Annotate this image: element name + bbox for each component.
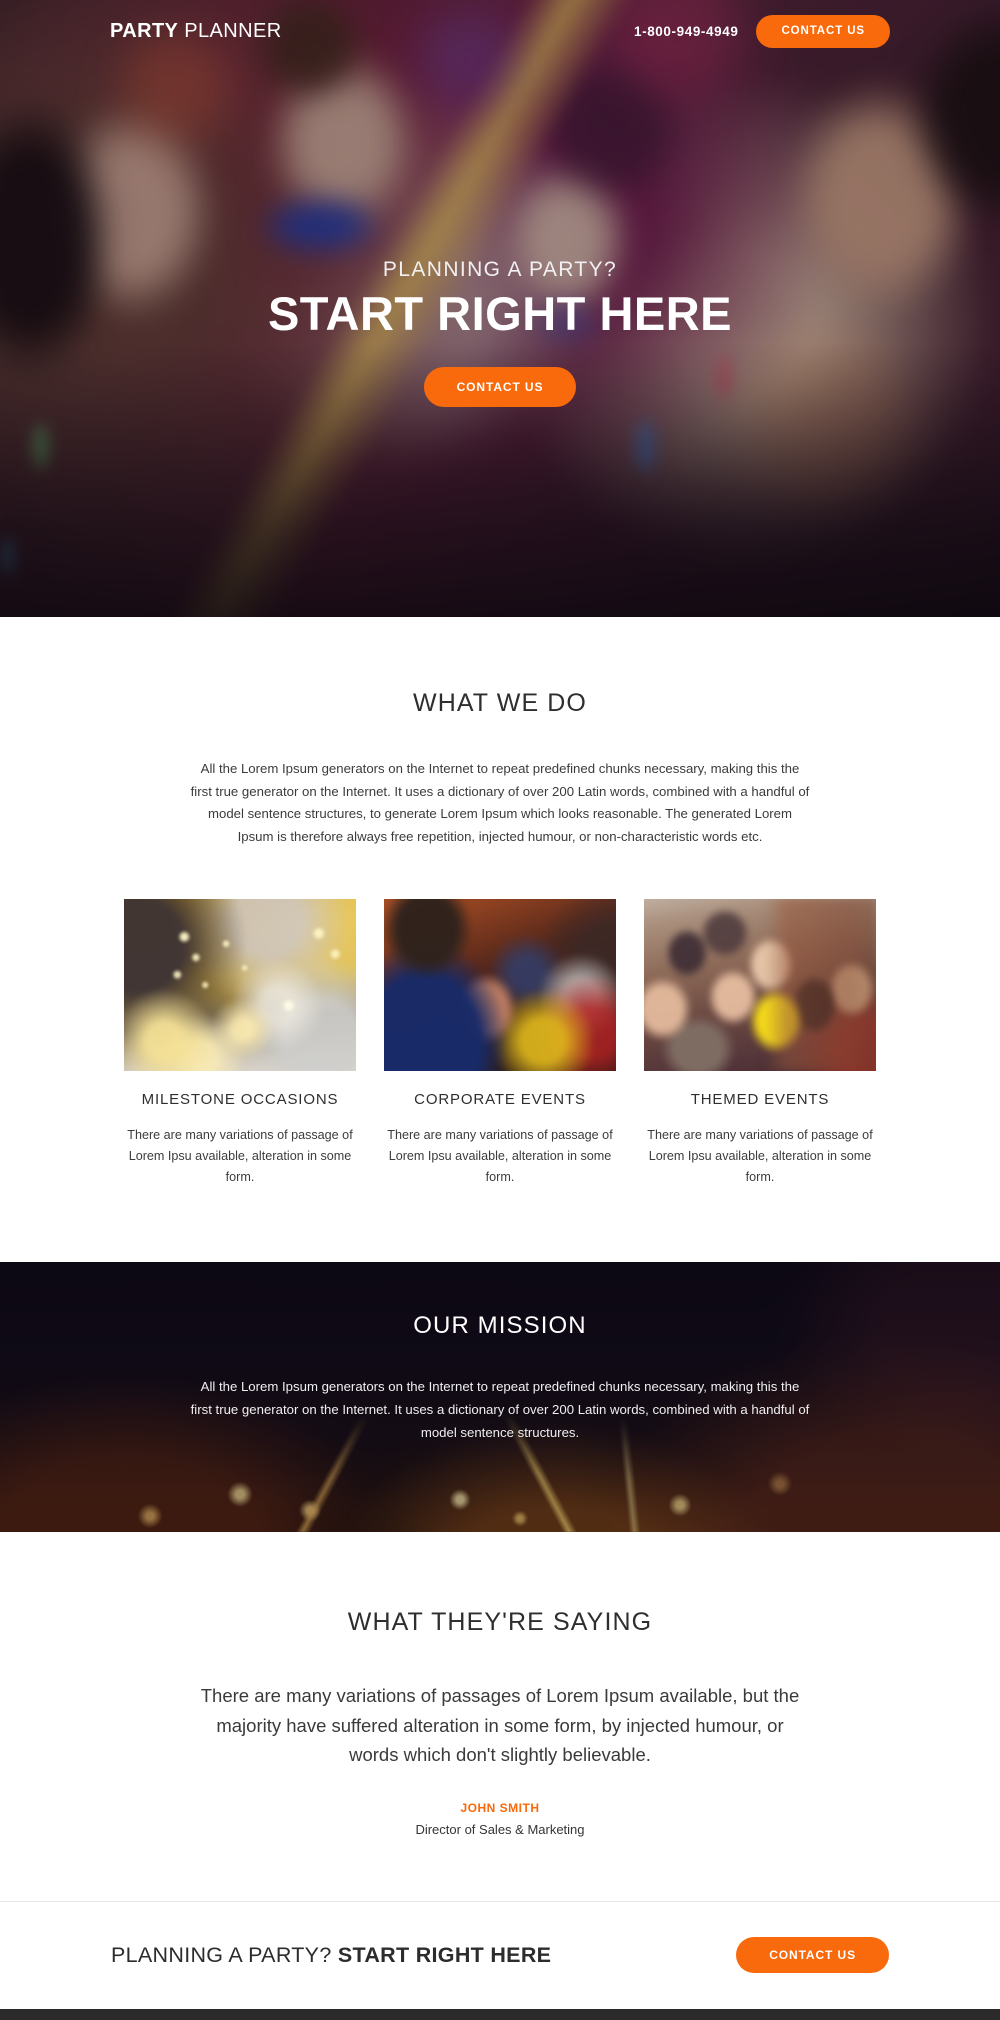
our-mission-section: OUR MISSION All the Lorem Ipsum generato… [0,1262,1000,1533]
hero-contact-us-button[interactable]: CONTACT US [423,367,577,408]
bottom-cta-text-bold: START RIGHT HERE [337,1942,552,1967]
service-card[interactable]: MILESTONE OCCASIONS There are many varia… [124,898,356,1188]
service-card-title: CORPORATE EVENTS [414,1090,586,1108]
testimonial-author-role: Director of Sales & Marketing [415,1821,585,1837]
service-card-text: There are many variations of passage of … [127,1127,353,1185]
testimonial-quote: There are many variations of passages of… [200,1685,800,1765]
bottom-cta-bar: PLANNING A PARTY? START RIGHT HERE CONTA… [0,1900,1000,2009]
hero-copy: PLANNING A PARTY? START RIGHT HERE CONTA… [0,258,1000,408]
themed-events-photo [644,898,876,1071]
brand-name-bold: PARTY [110,19,179,42]
top-navigation-bar: PARTY PLANNER 1-800-949-4949 CONTACT US [0,0,1000,62]
service-cards: MILESTONE OCCASIONS There are many varia… [0,898,1000,1188]
testimonial-author-name: JOHN SMITH [460,1800,540,1815]
corporate-events-photo [384,898,616,1071]
page-footer: Copyright © domainname.com. All Rights R… [0,2008,1000,2020]
bottom-cta-text: PLANNING A PARTY? START RIGHT HERE [111,1943,551,1968]
service-card[interactable]: THEMED EVENTS There are many variations … [644,898,876,1188]
hero-title: START RIGHT HERE [267,287,733,340]
testimonial-section: WHAT THEY'RE SAYING There are many varia… [0,1532,1000,1901]
bottom-contact-us-button[interactable]: CONTACT US [736,1937,889,1974]
milestone-occasions-photo [124,898,356,1071]
header-actions: 1-800-949-4949 CONTACT US [634,14,890,48]
service-card-title: THEMED EVENTS [690,1090,830,1108]
what-we-do-description: All the Lorem Ipsum generators on the In… [190,761,810,845]
hero-kicker: PLANNING A PARTY? [382,258,618,281]
service-card-text: There are many variations of passage of … [647,1127,873,1185]
hero-section: PARTY PLANNER 1-800-949-4949 CONTACT US … [0,0,1000,617]
header-contact-us-button[interactable]: CONTACT US [756,14,890,48]
what-we-do-title: WHAT WE DO [413,689,587,717]
landing-page: PARTY PLANNER 1-800-949-4949 CONTACT US … [0,0,1000,2020]
header-phone-number[interactable]: 1-800-949-4949 [634,24,738,39]
service-card[interactable]: CORPORATE EVENTS There are many variatio… [384,898,616,1188]
our-mission-description: All the Lorem Ipsum generators on the In… [190,1379,810,1440]
bottom-cta-text-light: PLANNING A PARTY? [111,1942,338,1967]
brand-logo[interactable]: PARTY PLANNER [110,20,282,43]
what-we-do-section: WHAT WE DO All the Lorem Ipsum generator… [0,617,1000,1189]
our-mission-title: OUR MISSION [413,1312,587,1340]
testimonial-title: WHAT THEY'RE SAYING [347,1608,653,1637]
service-card-text: There are many variations of passage of … [387,1127,613,1185]
brand-name-light: PLANNER [178,19,282,42]
service-card-title: MILESTONE OCCASIONS [141,1090,339,1108]
